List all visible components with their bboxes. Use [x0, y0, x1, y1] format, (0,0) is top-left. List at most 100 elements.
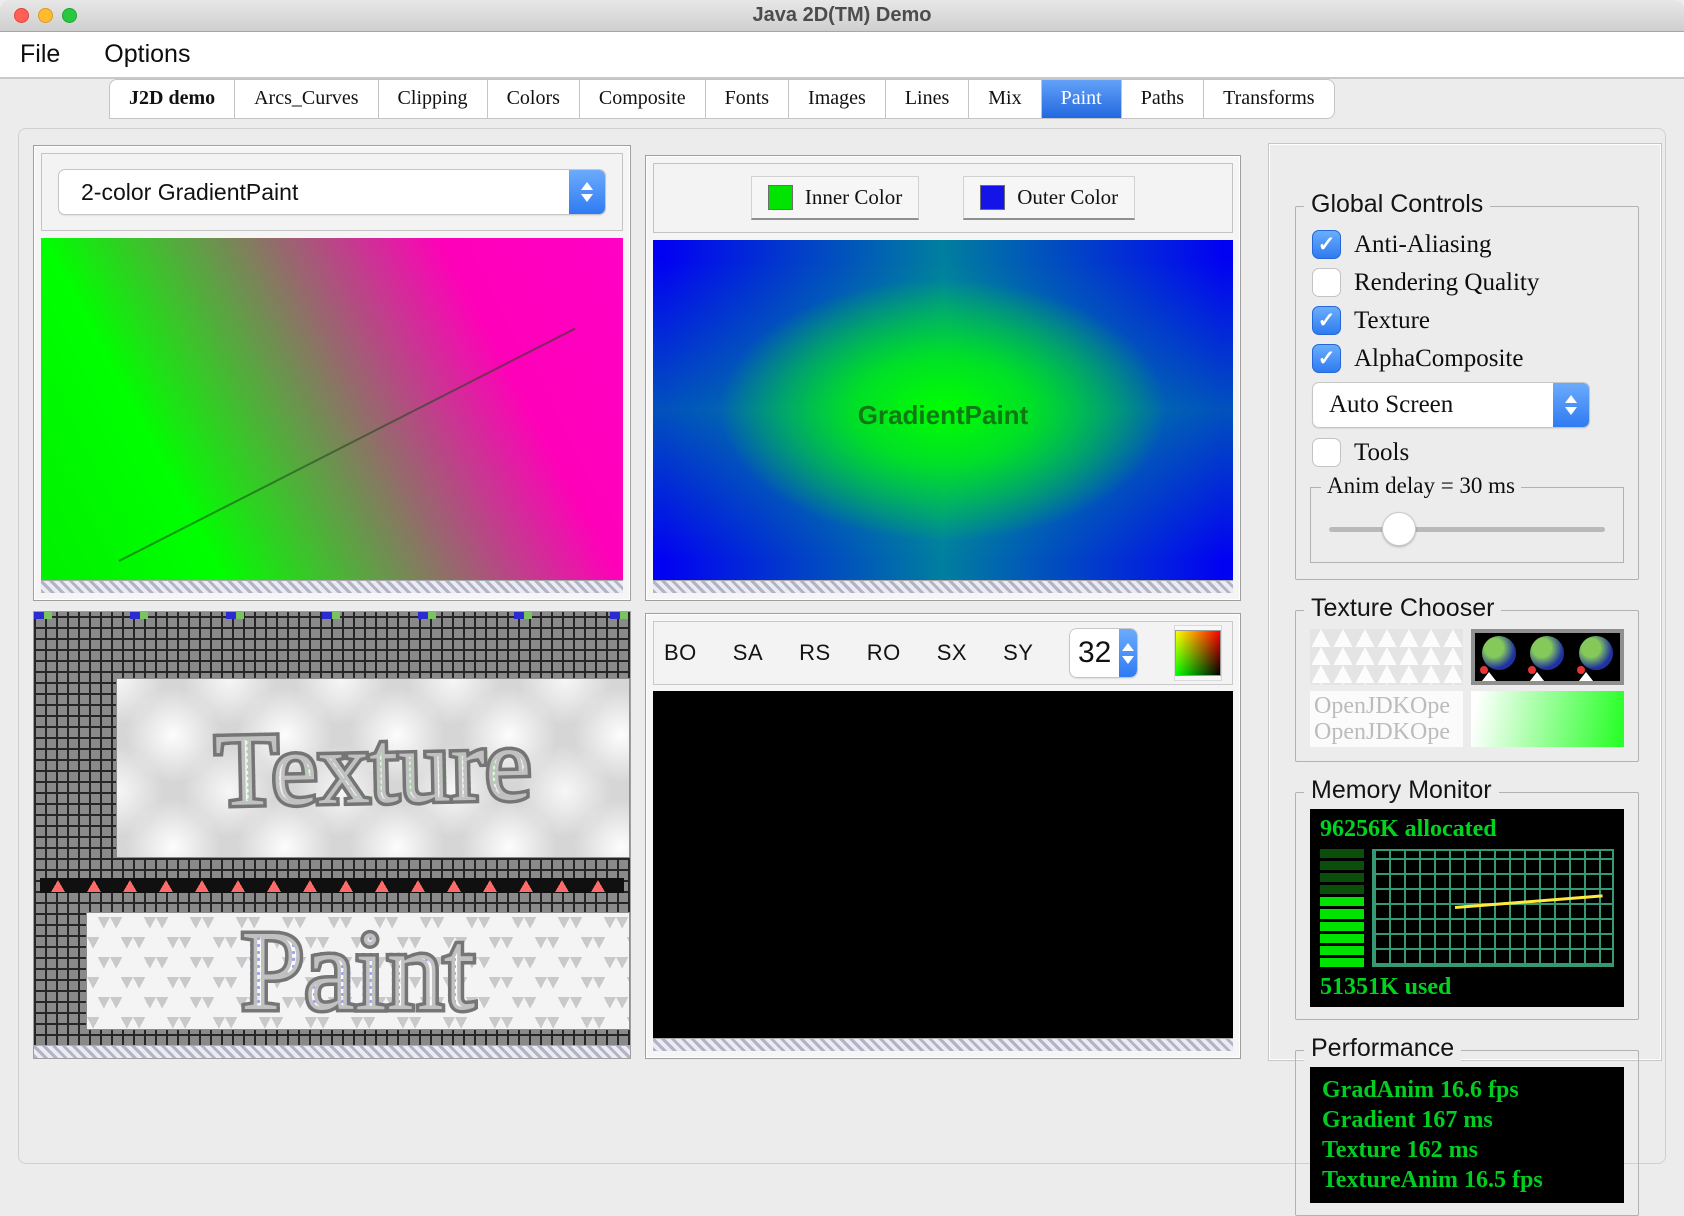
screen-chevron-updown-icon[interactable]	[1553, 383, 1589, 427]
tile-size-spinner[interactable]: 32	[1069, 628, 1138, 678]
traffic-lights	[14, 0, 77, 31]
texture-top-decoration	[34, 612, 630, 619]
controls-sidebar: Global Controls ✓ Anti-Aliasing Renderin…	[1268, 143, 1662, 1061]
screen-select[interactable]: Auto Screen	[1312, 382, 1590, 428]
memory-monitor-display: 96256K allocated 51351K used	[1310, 809, 1624, 1007]
outer-color-button[interactable]: Outer Color	[963, 176, 1135, 220]
texture-option-globes[interactable]	[1471, 629, 1624, 685]
gradient-anim-panel: 2-color GradientPaint	[33, 145, 631, 601]
gradient-anim-scrollbar[interactable]	[41, 580, 623, 593]
tile-size-value: 32	[1070, 629, 1118, 677]
memory-history-graph	[1372, 849, 1614, 967]
memory-monitor-title: Memory Monitor	[1304, 776, 1499, 805]
texture-paint-panel: Texture Paint	[33, 611, 631, 1059]
texture-checkbox[interactable]: ✓	[1312, 306, 1341, 335]
texture-word: Texture	[214, 713, 532, 824]
tools-label: Tools	[1354, 439, 1409, 467]
menubar: File Options	[0, 32, 1684, 79]
tile-gradient-button[interactable]	[1174, 625, 1222, 681]
rs-button[interactable]: RS	[799, 640, 831, 666]
memory-trend-line	[1455, 894, 1602, 909]
performance-line: GradAnim 16.6 fps	[1322, 1075, 1612, 1105]
globe-icon	[1579, 636, 1613, 670]
window-titlebar[interactable]: Java 2D(TM) Demo	[0, 0, 1684, 32]
performance-line: Gradient 167 ms	[1322, 1105, 1612, 1135]
slider-knob[interactable]	[1382, 512, 1416, 546]
tab-j2d-demo[interactable]: J2D demo	[109, 79, 235, 119]
gradient-type-select[interactable]: 2-color GradientPaint	[58, 169, 606, 215]
tools-row[interactable]: Tools	[1312, 438, 1626, 467]
tab-fonts[interactable]: Fonts	[705, 79, 789, 119]
paint-word-area: Paint	[86, 912, 630, 1030]
chevron-updown-icon[interactable]	[569, 170, 605, 214]
sx-button[interactable]: SX	[937, 640, 967, 666]
performance-display: GradAnim 16.6 fps Gradient 167 ms Textur…	[1310, 1067, 1624, 1203]
texture-grid: OpenJDKOpe OpenJDKOpe	[1308, 625, 1626, 751]
openjdk-texture-line: OpenJDKOpe	[1314, 693, 1459, 719]
close-button[interactable]	[14, 8, 29, 23]
rendering-quality-checkbox[interactable]	[1312, 268, 1341, 297]
rendering-quality-row[interactable]: Rendering Quality	[1312, 268, 1626, 297]
gradient-paint-canvas[interactable]: GradientPaint	[653, 240, 1233, 580]
gradient-axis-line	[119, 328, 576, 562]
tab-mix[interactable]: Mix	[968, 79, 1041, 119]
alpha-composite-row[interactable]: ✓ AlphaComposite	[1312, 344, 1626, 373]
anim-delay-group: Anim delay = 30 ms	[1310, 487, 1624, 563]
zoom-button[interactable]	[62, 8, 77, 23]
texture-option-openjdk[interactable]: OpenJDKOpe OpenJDKOpe	[1310, 691, 1463, 747]
outer-color-swatch	[980, 185, 1005, 210]
global-controls-group: Global Controls ✓ Anti-Aliasing Renderin…	[1295, 206, 1639, 580]
texture-label: Texture	[1354, 307, 1430, 335]
tab-paint[interactable]: Paint	[1041, 79, 1122, 119]
gradient-anim-canvas[interactable]	[41, 238, 623, 580]
tiled-texture-panel: BO SA RS RO SX SY 32	[645, 613, 1241, 1059]
tab-colors[interactable]: Colors	[487, 79, 580, 119]
slider-track	[1329, 527, 1605, 532]
bo-button[interactable]: BO	[664, 640, 697, 666]
ro-button[interactable]: RO	[867, 640, 901, 666]
memory-allocated-text: 96256K allocated	[1320, 815, 1614, 843]
tiled-texture-canvas[interactable]	[653, 691, 1233, 1038]
gradient-paint-canvas-label: GradientPaint	[653, 400, 1233, 431]
anti-aliasing-checkbox[interactable]: ✓	[1312, 230, 1341, 259]
anim-delay-slider[interactable]	[1325, 512, 1609, 546]
texture-toolbar: BO SA RS RO SX SY 32	[653, 621, 1233, 685]
texture-option-green-gradient[interactable]	[1471, 691, 1624, 747]
memory-used-text: 51351K used	[1320, 973, 1614, 1001]
screen-select-value: Auto Screen	[1313, 383, 1553, 427]
anim-delay-title: Anim delay = 30 ms	[1321, 473, 1521, 499]
anti-aliasing-row[interactable]: ✓ Anti-Aliasing	[1312, 230, 1626, 259]
menu-options[interactable]: Options	[104, 40, 190, 69]
gradient-paint-scrollbar[interactable]	[653, 580, 1233, 593]
texture-paint-scrollbar[interactable]	[34, 1045, 630, 1058]
tiled-texture-scrollbar[interactable]	[653, 1038, 1233, 1051]
tab-images[interactable]: Images	[788, 79, 886, 119]
inner-color-button[interactable]: Inner Color	[751, 176, 919, 220]
alpha-composite-label: AlphaComposite	[1354, 345, 1523, 373]
texture-row[interactable]: ✓ Texture	[1312, 306, 1626, 335]
performance-group: Performance GradAnim 16.6 fps Gradient 1…	[1295, 1050, 1639, 1216]
gradient-color-header: Inner Color Outer Color	[653, 163, 1233, 233]
sy-button[interactable]: SY	[1003, 640, 1033, 666]
tab-transforms[interactable]: Transforms	[1203, 79, 1335, 119]
texture-option-triangles[interactable]	[1310, 629, 1463, 685]
inner-color-label: Inner Color	[805, 185, 902, 210]
rendering-quality-label: Rendering Quality	[1354, 269, 1539, 297]
sa-button[interactable]: SA	[733, 640, 763, 666]
tab-paths[interactable]: Paths	[1121, 79, 1204, 119]
menu-file[interactable]: File	[20, 40, 60, 69]
spinner-updown-icon[interactable]	[1119, 629, 1137, 677]
alpha-composite-checkbox[interactable]: ✓	[1312, 344, 1341, 373]
minimize-button[interactable]	[38, 8, 53, 23]
globe-icon	[1530, 636, 1564, 670]
global-controls-title: Global Controls	[1304, 190, 1490, 219]
tools-checkbox[interactable]	[1312, 438, 1341, 467]
tab-clipping[interactable]: Clipping	[378, 79, 488, 119]
anti-aliasing-label: Anti-Aliasing	[1354, 231, 1492, 259]
paint-word: Paint	[241, 914, 475, 1028]
texture-paint-canvas[interactable]: Texture Paint	[34, 612, 630, 1058]
tab-arcs-curves[interactable]: Arcs_Curves	[234, 79, 378, 119]
tab-lines[interactable]: Lines	[885, 79, 969, 119]
tab-composite[interactable]: Composite	[579, 79, 706, 119]
inner-color-swatch	[768, 185, 793, 210]
